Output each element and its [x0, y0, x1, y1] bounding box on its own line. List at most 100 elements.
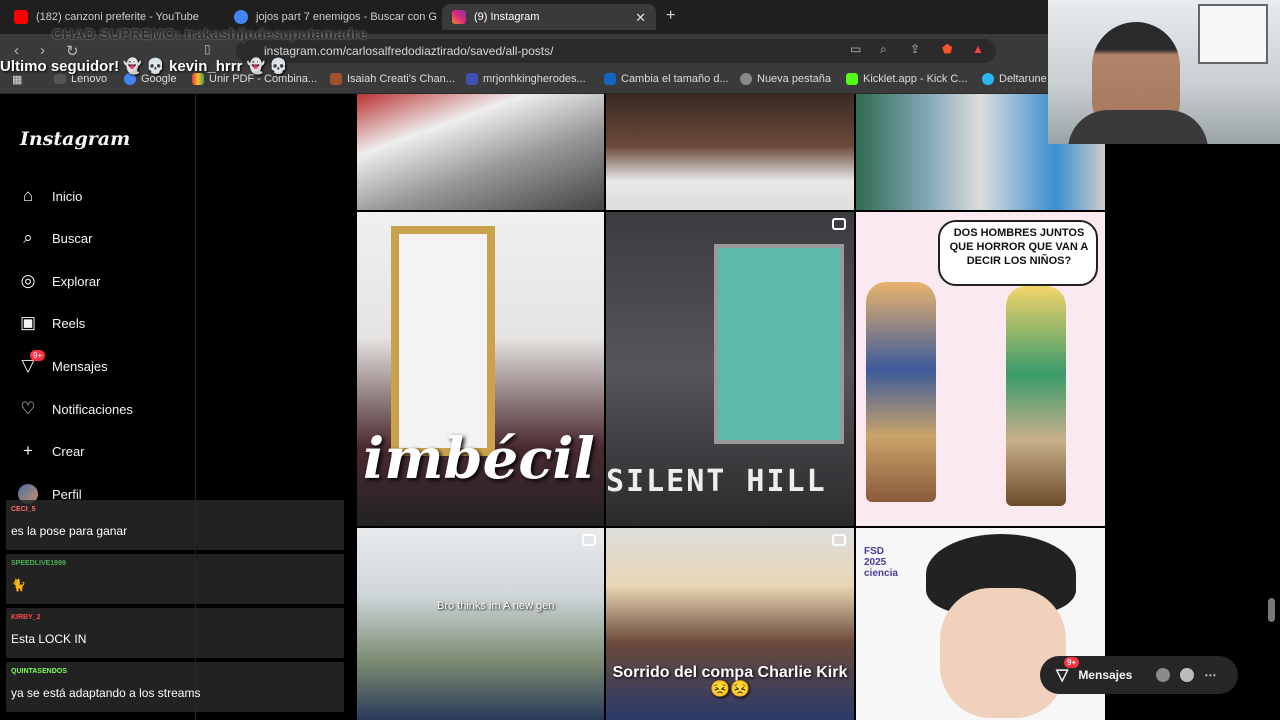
new-tab-button[interactable]: + [666, 7, 675, 25]
bookmark-label: Kicklet.app - Kick C... [863, 73, 968, 85]
page-scrollbar[interactable] [1268, 598, 1275, 622]
nav-item-inicio[interactable]: ⌂ Inicio [18, 186, 83, 206]
bookmark-label: mrjonhkingherodes... [483, 73, 586, 85]
tab-title: (9) Instagram [474, 11, 540, 23]
kick-icon [846, 73, 858, 85]
bookmark-label: Cambia el tamaño d... [621, 73, 729, 85]
bookmark-label: Deltarune [999, 73, 1047, 85]
unread-badge: 9+ [30, 350, 46, 361]
saved-posts-grid: imbécil SILENT HILL DOS HOMBRES JUNTOS Q… [357, 94, 1105, 720]
post-thumbnail[interactable] [606, 94, 854, 210]
nav-item-buscar[interactable]: ⌕ Buscar [18, 228, 92, 248]
chat-message: CECI_5 es la pose para ganar [6, 500, 344, 550]
folder-icon [54, 74, 66, 84]
bookmark-mrjonhking[interactable]: mrjonhkingherodes... [466, 73, 586, 85]
nav-item-crear[interactable]: + Crear [18, 441, 85, 461]
plus-icon: + [23, 441, 33, 460]
streamer-shirt [1068, 110, 1208, 144]
post-thumbnail[interactable]: Sorrido del compa Charlie Kirk 😣😣 [606, 528, 854, 720]
post-caption: SILENT HILL [606, 464, 827, 499]
chat-message: QUINTASENDOS ya se está adaptando a los … [6, 662, 344, 712]
post-caption: Sorrido del compa Charlie Kirk 😣😣 [612, 664, 848, 698]
webcam-window [1198, 4, 1268, 64]
messenger-icon: ▽ 9+ [18, 350, 46, 376]
nav-label: Reels [52, 315, 86, 331]
post-caption: imbécil [363, 426, 595, 492]
cast-icon[interactable]: ▭ [850, 42, 861, 56]
nav-item-mensajes[interactable]: ▽ 9+ Mensajes [18, 350, 108, 376]
nav-item-reels[interactable]: ▣ Reels [18, 313, 85, 333]
zoom-icon[interactable]: ⌕ [880, 42, 887, 57]
instagram-logo[interactable]: Instagram [20, 128, 130, 150]
reel-icon [582, 534, 596, 546]
bookmark-nueva-pestana[interactable]: Nueva pestaña [740, 73, 831, 85]
nav-label: Crear [52, 443, 85, 459]
post-thumbnail[interactable]: DOS HOMBRES JUNTOS QUE HORROR QUE VAN A … [856, 212, 1105, 526]
chat-text: 🐈 [11, 578, 26, 592]
tab-title: jojos part 7 enemigos - Buscar con G [256, 11, 437, 23]
nav-item-explorar[interactable]: ◎ Explorar [18, 271, 101, 291]
heart-icon: ♡ [20, 399, 36, 418]
bookmark-icon[interactable]: ▯ [204, 42, 211, 56]
chat-message: SPEEDLIVE1999 🐈 [6, 554, 344, 604]
bookmark-isaiah[interactable]: Isaiah Creati's Chan... [330, 73, 455, 85]
chat-text: ya se está adaptando a los streams [11, 686, 201, 700]
bookmark-label: Isaiah Creati's Chan... [347, 73, 455, 85]
mirror-frame [391, 226, 495, 456]
nav-label: Inicio [52, 188, 83, 204]
compass-icon: ◎ [20, 271, 36, 290]
chat-username: QUINTASENDOS [11, 668, 67, 675]
bookmark-kicklet[interactable]: Kicklet.app - Kick C... [846, 73, 968, 85]
reels-icon: ▣ [19, 313, 37, 332]
channel-icon [330, 73, 342, 85]
chat-message: KIRBY_2 Esta LOCK IN [6, 608, 344, 658]
close-icon[interactable]: ✕ [635, 10, 646, 26]
post-thumbnail[interactable]: Bro thinks im A new gen [357, 528, 604, 720]
overlay-top-banner: CHAD SUPREMO: trakashijodesuputamadre [52, 26, 368, 43]
brave-shield-icon[interactable]: ⬟ [942, 42, 952, 56]
site-icon [604, 73, 616, 85]
post-caption: DOS HOMBRES JUNTOS QUE HORROR QUE VAN A … [949, 227, 1089, 267]
browser-tab-instagram[interactable]: (9) Instagram ✕ [442, 4, 656, 30]
chat-text: Esta LOCK IN [11, 632, 87, 646]
url-text: instagram.com/carlosalfredodiaztirado/sa… [264, 44, 554, 58]
tab-title: (182) canzoni preferite - YouTube [36, 11, 199, 23]
window-frame [714, 244, 844, 444]
reel-icon [832, 534, 846, 546]
messenger-icon: ▽ 9+ [1056, 657, 1080, 685]
site-icon [982, 73, 994, 85]
messages-pill-label: Mensajes [1078, 668, 1133, 682]
nav-label: Explorar [52, 273, 101, 289]
nav-label: Notificaciones [52, 401, 133, 417]
google-icon [234, 10, 248, 24]
cartoon-figure [1006, 286, 1066, 506]
post-thumbnail[interactable]: imbécil [357, 212, 604, 526]
unread-badge: 9+ [1064, 657, 1080, 668]
bookmark-deltarune[interactable]: Deltarune [982, 73, 1047, 85]
post-caption: FSD 2025 ciencia [864, 546, 898, 579]
instagram-icon [452, 10, 466, 24]
more-icon[interactable]: ⋯ [1204, 668, 1216, 682]
nav-label: Buscar [52, 230, 93, 246]
globe-icon [740, 73, 752, 85]
share-icon[interactable]: ⇪ [910, 42, 920, 56]
illustration-face [940, 588, 1066, 718]
nav-item-notificaciones[interactable]: ♡ Notificaciones [18, 399, 133, 419]
post-thumbnail[interactable] [357, 94, 604, 210]
bookmark-cambia[interactable]: Cambia el tamaño d... [604, 73, 729, 85]
search-icon: ⌕ [23, 228, 33, 247]
chat-username: CECI_5 [11, 506, 36, 513]
chat-text: es la pose para ganar [11, 524, 128, 538]
brave-rewards-icon[interactable]: ▲ [972, 42, 984, 56]
youtube-icon [14, 10, 28, 24]
webcam-overlay [1048, 0, 1280, 144]
nav-label: Mensajes [52, 358, 108, 374]
post-thumbnail[interactable]: SILENT HILL [606, 212, 854, 526]
messages-pill[interactable]: ▽ 9+ Mensajes ⋯ [1040, 656, 1238, 694]
reel-icon [832, 218, 846, 230]
home-icon: ⌂ [22, 186, 34, 205]
chat-username: KIRBY_2 [11, 614, 41, 621]
bookmark-label: Nueva pestaña [757, 73, 831, 85]
avatar [1180, 668, 1195, 682]
overlay-follower-alert: Ultimo seguidor! 👻 💀 kevin_hrrr 👻 💀 [0, 58, 289, 75]
